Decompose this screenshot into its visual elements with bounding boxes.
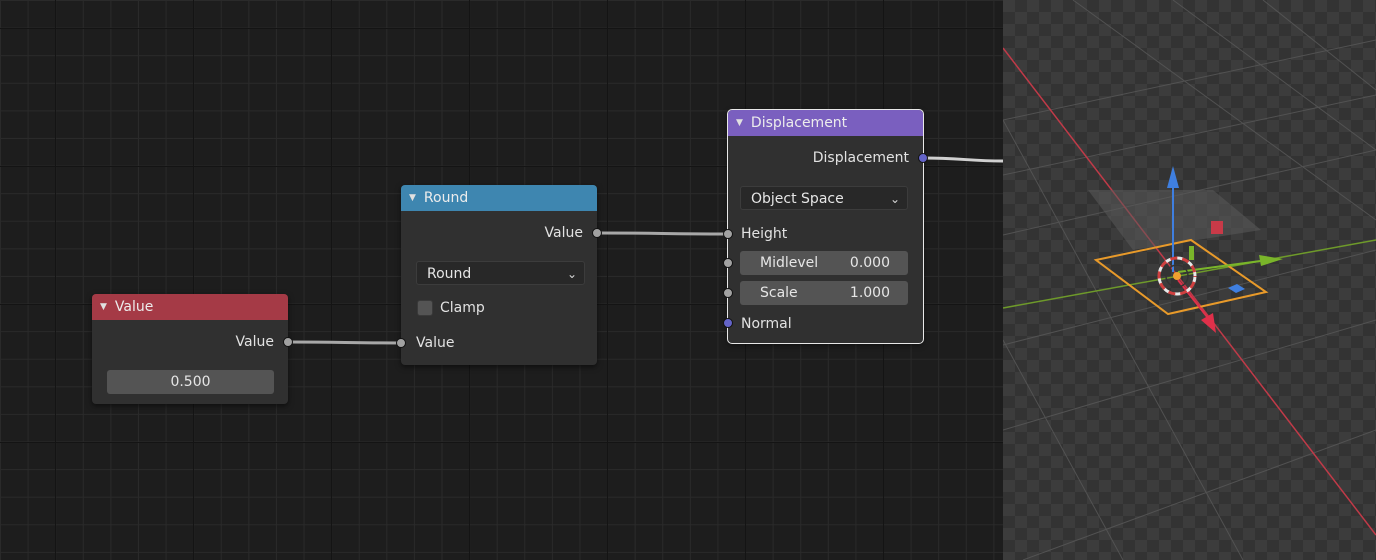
y-plane-handle: [1189, 246, 1194, 260]
displacement-node[interactable]: ▼ Displacement Displacement Object Space…: [723, 109, 928, 344]
midlevel-label: Midlevel: [760, 255, 819, 271]
value-node-title: Value: [114, 299, 154, 315]
round-input-socket[interactable]: [396, 338, 406, 348]
plane-object: [1093, 238, 1269, 316]
3d-viewport[interactable]: [1003, 0, 1376, 560]
viewport-scene: [1003, 0, 1376, 560]
round-mode-dropdown[interactable]: Round ⌄: [416, 261, 585, 285]
displacement-node-title: Displacement: [750, 115, 848, 131]
value-output-label: Value: [235, 334, 274, 350]
scale-input-socket[interactable]: [723, 288, 733, 298]
scale-value: 1.000: [849, 285, 890, 301]
x-plane-handle: [1211, 221, 1223, 234]
chevron-down-icon: ⌄: [889, 192, 900, 206]
link-round-to-height: [597, 231, 728, 236]
z-arrow-head: [1167, 166, 1179, 188]
round-input-label: Value: [416, 335, 455, 351]
space-dropdown[interactable]: Object Space ⌄: [740, 186, 908, 210]
scale-label: Scale: [760, 285, 798, 301]
value-output-socket[interactable]: [283, 337, 293, 347]
displacement-output-label: Displacement: [812, 150, 909, 166]
link-displacement-output: [922, 156, 1003, 163]
displaced-plane-preview: [1088, 190, 1261, 250]
midlevel-input-socket[interactable]: [723, 258, 733, 268]
midlevel-field[interactable]: Midlevel 0.000: [740, 251, 908, 275]
3d-cursor-icon: [1157, 256, 1197, 296]
round-output-label: Value: [544, 225, 583, 241]
round-node-title: Round: [423, 190, 469, 206]
node-editor[interactable]: ▼ Value Value 0.500 ▼ Round Value Round …: [0, 0, 1003, 560]
space-value: Object Space: [751, 191, 844, 207]
height-label: Height: [741, 226, 788, 242]
z-plane-handle: [1228, 284, 1245, 293]
normal-input-socket[interactable]: [723, 318, 733, 328]
floor-grid: [1003, 0, 1376, 560]
collapse-triangle-icon[interactable]: ▼: [736, 118, 743, 128]
round-mode-value: Round: [427, 266, 472, 282]
scale-field[interactable]: Scale 1.000: [740, 281, 908, 305]
clamp-label[interactable]: Clamp: [440, 297, 597, 319]
displacement-output-socket[interactable]: [918, 153, 928, 163]
value-node[interactable]: ▼ Value Value 0.500: [92, 294, 293, 404]
displacement-node-header[interactable]: ▼ Displacement: [728, 110, 923, 136]
round-output-socket[interactable]: [592, 228, 602, 238]
normal-label: Normal: [741, 316, 792, 332]
collapse-triangle-icon[interactable]: ▼: [100, 302, 107, 312]
collapse-triangle-icon[interactable]: ▼: [409, 193, 416, 203]
y-arrow-head: [1259, 255, 1283, 266]
link-value-to-round: [288, 340, 402, 345]
midlevel-value: 0.000: [849, 255, 890, 271]
value-node-header[interactable]: ▼ Value: [92, 294, 288, 320]
value-field[interactable]: 0.500: [107, 370, 274, 394]
round-node-header[interactable]: ▼ Round: [401, 185, 597, 211]
clamp-checkbox[interactable]: [417, 300, 433, 316]
chevron-down-icon: ⌄: [566, 267, 577, 281]
round-node[interactable]: ▼ Round Value Round ⌄ Clamp Value: [396, 185, 602, 365]
height-input-socket[interactable]: [723, 229, 733, 239]
x-arrow-head: [1201, 313, 1216, 333]
